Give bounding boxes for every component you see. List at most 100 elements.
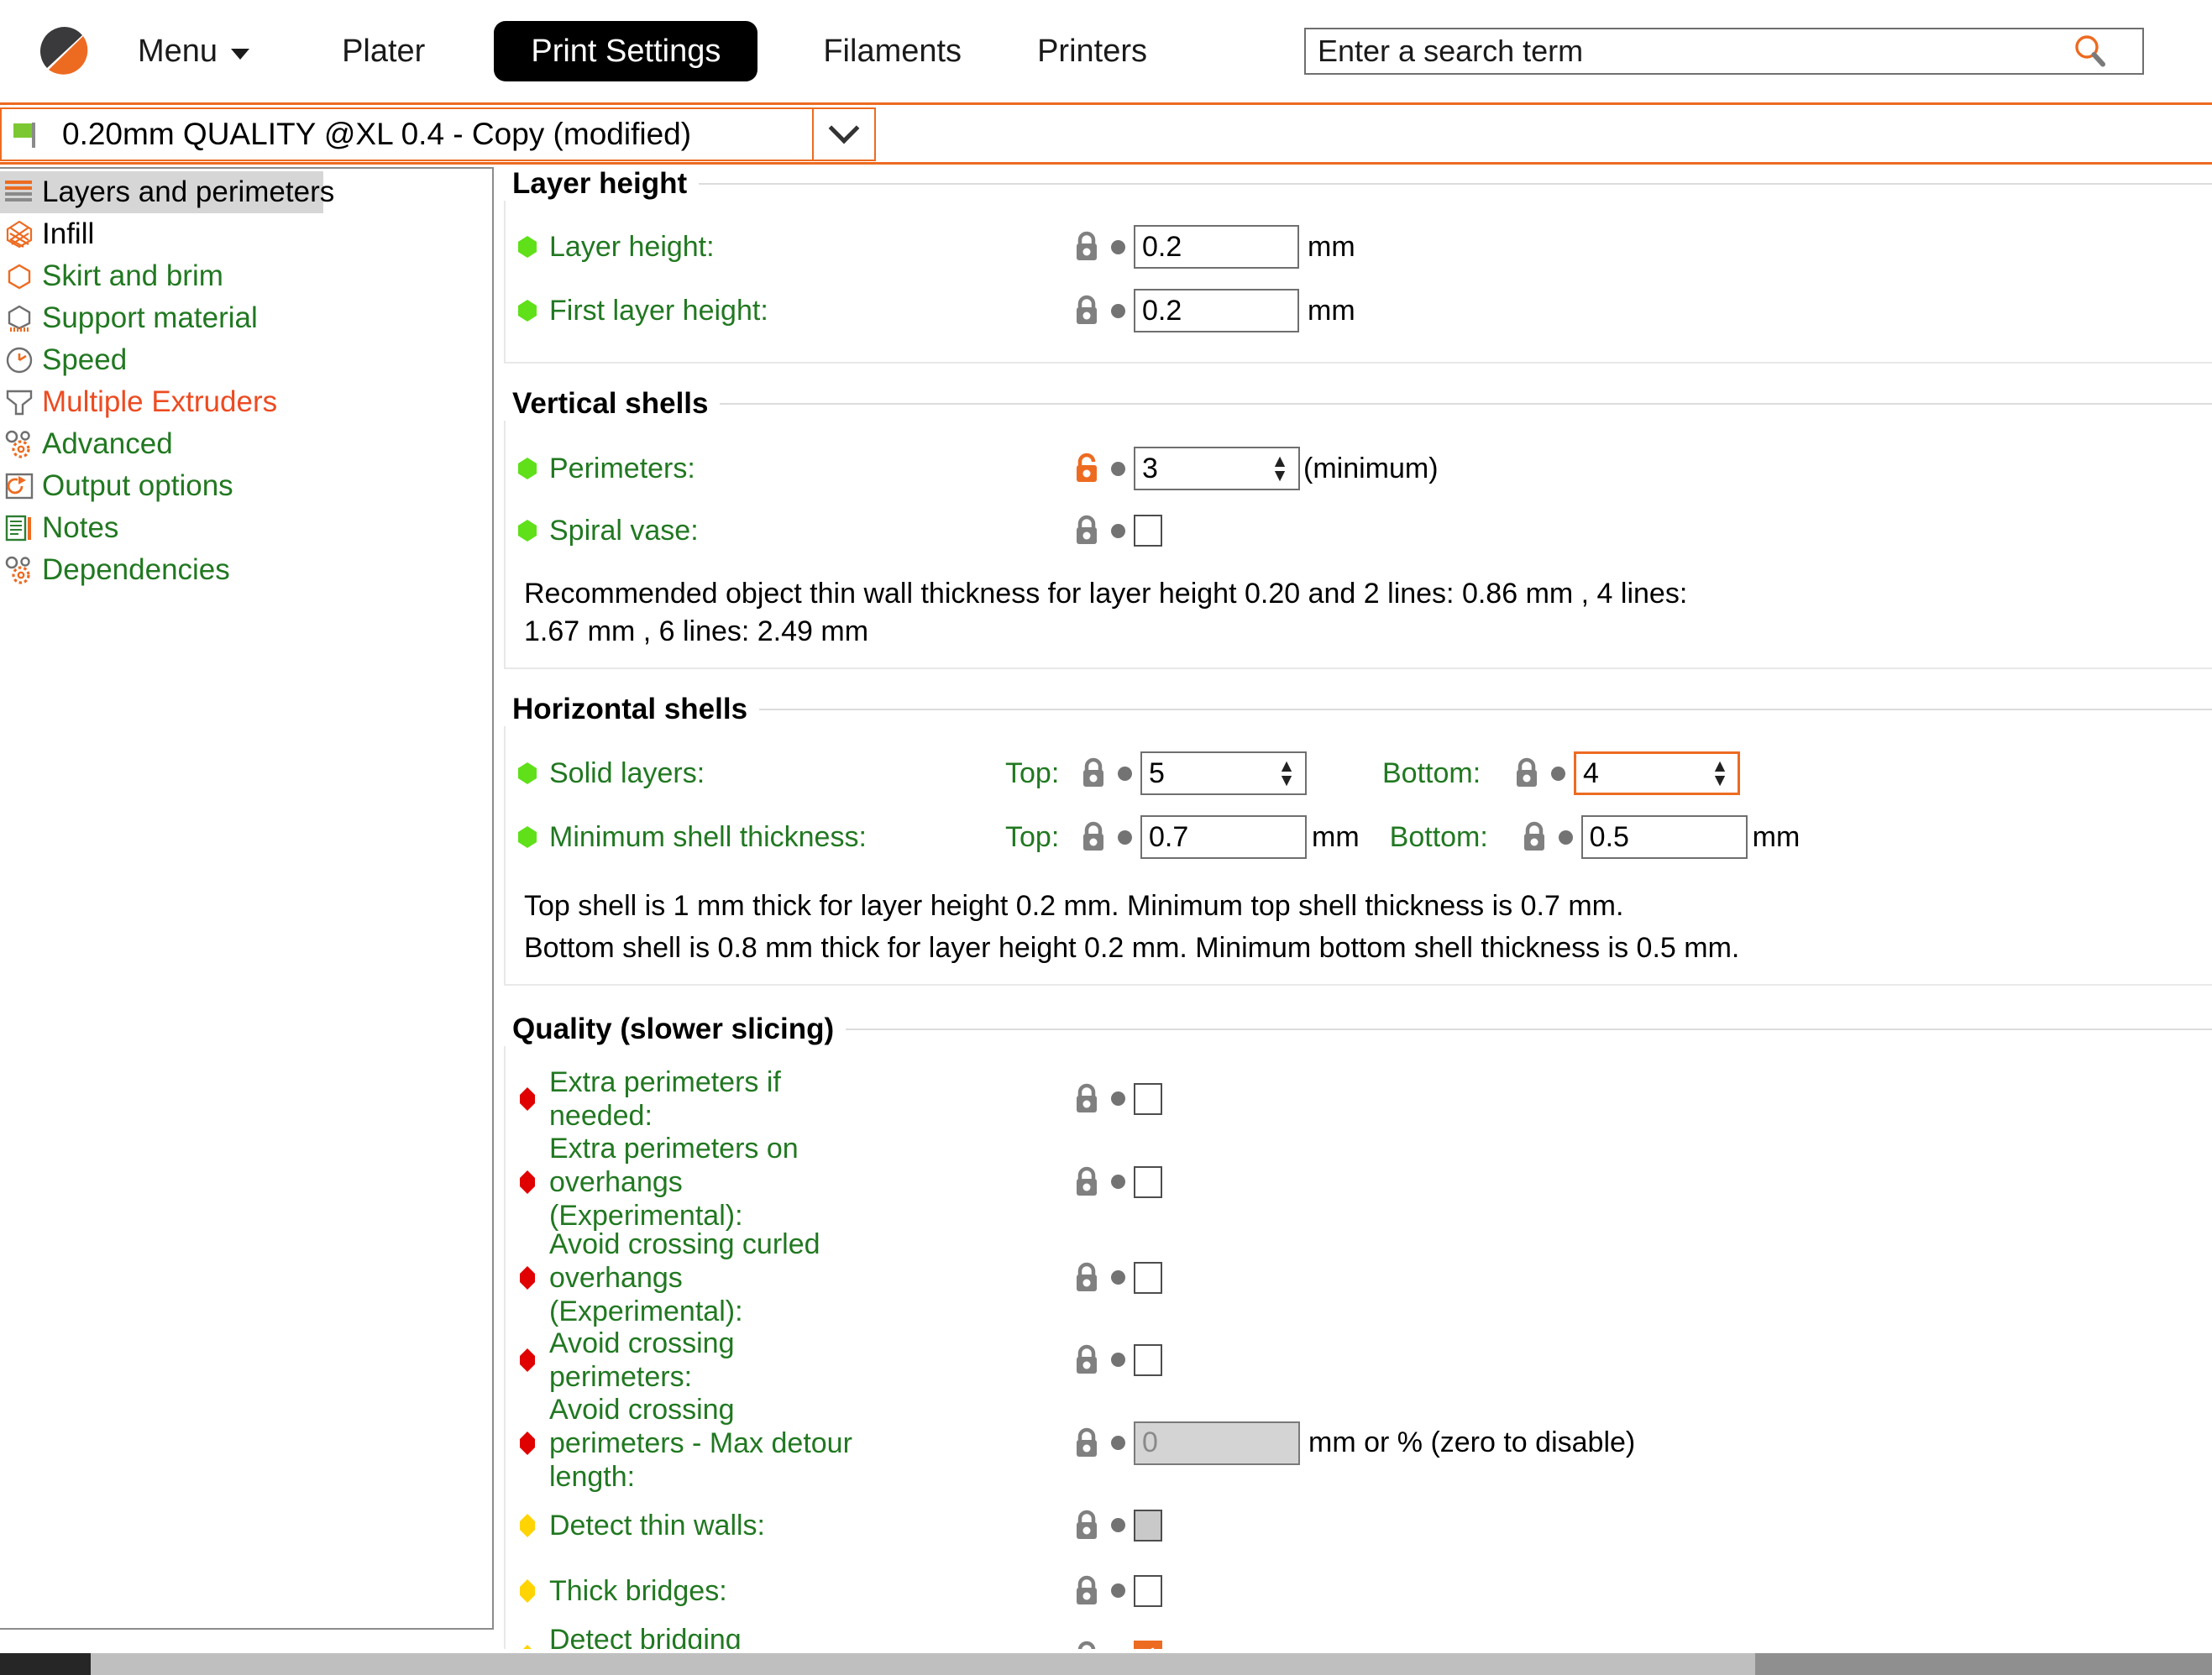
system-value-dot <box>1111 523 1125 538</box>
avoid-crossing-perimeters-checkbox[interactable] <box>1134 1343 1162 1376</box>
group-quality: Quality (slower slicing) Extra perimeter… <box>504 1013 2212 1649</box>
bullet-green-icon <box>518 519 537 542</box>
locked-padlock-icon[interactable] <box>1079 821 1108 853</box>
preset-combobox[interactable]: 0.20mm QUALITY @XL 0.4 - Copy (modified) <box>0 107 876 161</box>
tab-filaments[interactable]: Filaments <box>823 34 962 70</box>
group-title: Vertical shells <box>504 387 2212 421</box>
sidebar-item-speed[interactable]: Speed <box>0 339 492 381</box>
tab-plater[interactable]: Plater <box>342 34 425 70</box>
sidebar-item-label: Support material <box>42 301 258 334</box>
group-title: Quality (slower slicing) <box>504 1013 2212 1046</box>
system-value-dot <box>1111 239 1125 254</box>
bullet-green-icon <box>518 299 537 322</box>
output-icon <box>5 473 34 500</box>
avoid-crossing-curled-overhangs-checkbox[interactable] <box>1134 1261 1162 1294</box>
sidebar-item-infill[interactable]: Infill <box>0 213 492 255</box>
locked-padlock-icon[interactable] <box>1072 1083 1101 1115</box>
thick-bridges-checkbox[interactable] <box>1134 1574 1162 1607</box>
locked-padlock-icon[interactable] <box>1072 1166 1101 1198</box>
divider <box>720 403 2212 405</box>
sidebar-item-multiple-extruders[interactable]: Multiple Extruders <box>0 381 492 423</box>
option-label: Extra perimeters if needed: <box>549 1065 781 1132</box>
locked-padlock-icon[interactable] <box>1072 1641 1101 1649</box>
locked-padlock-icon[interactable] <box>1072 1262 1101 1294</box>
locked-padlock-icon[interactable] <box>1072 295 1101 327</box>
locked-padlock-icon[interactable] <box>1072 1344 1101 1376</box>
perimeters-input[interactable] <box>1134 447 1300 490</box>
locked-padlock-icon[interactable] <box>1072 1510 1101 1542</box>
system-value-dot <box>1111 1175 1125 1190</box>
locked-padlock-icon[interactable] <box>1520 821 1549 853</box>
locked-padlock-icon[interactable] <box>1072 1427 1101 1459</box>
locked-padlock-icon[interactable] <box>1079 757 1108 789</box>
system-value-dot <box>1111 461 1125 476</box>
min-shell-bottom-label: Bottom: <box>1389 820 1488 853</box>
search-icon[interactable] <box>2070 32 2109 71</box>
sidebar-item-skirt-and-brim[interactable]: Skirt and brim <box>0 255 492 297</box>
unit-label: mm or % (zero to disable) <box>1308 1426 1636 1459</box>
green-flag-icon <box>13 123 35 148</box>
horizontal-scrollbar[interactable] <box>0 1653 2212 1675</box>
row-max-detour-length: Avoid crossing perimeters - Max detour l… <box>506 1394 2212 1493</box>
locked-padlock-icon[interactable] <box>1512 757 1541 789</box>
min-shell-top-input[interactable] <box>1140 815 1307 860</box>
scrollbar-thumb[interactable] <box>91 1653 1755 1675</box>
sidebar-item-layers-and-perimeters[interactable]: Layers and perimeters <box>0 171 334 213</box>
min-shell-top-label: Top: <box>1005 820 1060 853</box>
sidebar-item-support-material[interactable]: Support material <box>0 297 492 339</box>
support-icon <box>8 305 31 332</box>
bottom-shell-note: Bottom shell is 0.8 mm thick for layer h… <box>524 931 1740 964</box>
min-shell-bottom-input[interactable] <box>1580 815 1748 860</box>
bullet-yellow-icon <box>522 1644 532 1649</box>
tab-print-settings[interactable]: Print Settings <box>494 21 758 81</box>
locked-padlock-icon[interactable] <box>1072 231 1101 263</box>
extra-perimeters-on-overhangs-checkbox[interactable] <box>1134 1165 1162 1198</box>
bullet-red-icon <box>520 1431 535 1455</box>
sidebar-item-output-options[interactable]: Output options <box>0 465 492 507</box>
solid-layers-top-spinner[interactable]: ▲▼ <box>1132 751 1307 796</box>
bullet-red-icon <box>520 1265 535 1290</box>
search-box[interactable] <box>1304 28 2144 75</box>
system-value-dot <box>1551 766 1565 781</box>
solid-layers-bottom-input[interactable] <box>1574 751 1740 796</box>
system-value-dot <box>1118 766 1132 781</box>
detect-thin-walls-checkbox[interactable] <box>1134 1509 1162 1542</box>
row-minimum-shell-thickness: Minimum shell thickness: Top: mm Bottom:… <box>506 805 2212 869</box>
solid-layers-bottom-label: Bottom: <box>1382 756 1481 789</box>
spiral-vase-checkbox[interactable] <box>1134 515 1162 547</box>
sidebar-item-label: Infill <box>42 217 95 250</box>
option-label: Perimeters: <box>549 452 695 484</box>
detect-bridging-perimeters-checkbox[interactable] <box>1134 1640 1162 1649</box>
tab-printers-label: Printers <box>1037 33 1147 69</box>
search-input[interactable] <box>1306 30 2070 72</box>
group-horizontal-shells: Horizontal shells Solid layers: Top: ▲▼ … <box>504 693 2212 986</box>
unlocked-padlock-icon[interactable] <box>1072 453 1101 484</box>
extra-perimeters-if-needed-checkbox[interactable] <box>1134 1082 1162 1115</box>
settings-category-sidebar[interactable]: Layers and perimeters Infill Skirt and b… <box>0 167 494 1630</box>
preset-name-label: 0.20mm QUALITY @XL 0.4 - Copy (modified) <box>62 117 692 151</box>
locked-padlock-icon[interactable] <box>1072 1575 1101 1607</box>
chevron-down-icon[interactable] <box>812 109 874 160</box>
tab-printers[interactable]: Printers <box>1037 34 1147 70</box>
scrollbar-track-right[interactable] <box>1755 1653 2212 1675</box>
solid-layers-bottom-spinner[interactable]: ▲▼ <box>1565 751 1740 796</box>
unit-label: mm <box>1308 230 1355 263</box>
sidebar-item-notes[interactable]: Notes <box>0 507 492 549</box>
row-first-layer-height: First layer height: mm <box>506 278 2212 343</box>
first-layer-height-input[interactable] <box>1134 289 1299 332</box>
menu-button[interactable]: Menu <box>138 34 250 70</box>
extruder-icon <box>6 390 33 416</box>
solid-layers-top-input[interactable] <box>1140 751 1307 796</box>
locked-padlock-icon[interactable] <box>1072 515 1101 547</box>
row-detect-thin-walls: Detect thin walls: <box>506 1493 2212 1558</box>
system-value-dot <box>1111 1518 1125 1533</box>
option-label: Avoid crossing perimeters: <box>549 1327 735 1393</box>
bullet-green-icon <box>518 235 537 258</box>
sidebar-item-advanced[interactable]: Advanced <box>0 423 492 465</box>
max-detour-length-input[interactable] <box>1134 1421 1300 1465</box>
gears-icon <box>5 430 30 458</box>
gears-icon <box>5 556 30 584</box>
perimeters-spinner[interactable]: ▲▼ <box>1125 447 1300 490</box>
layer-height-input[interactable] <box>1134 225 1299 269</box>
sidebar-item-dependencies[interactable]: Dependencies <box>0 549 492 591</box>
